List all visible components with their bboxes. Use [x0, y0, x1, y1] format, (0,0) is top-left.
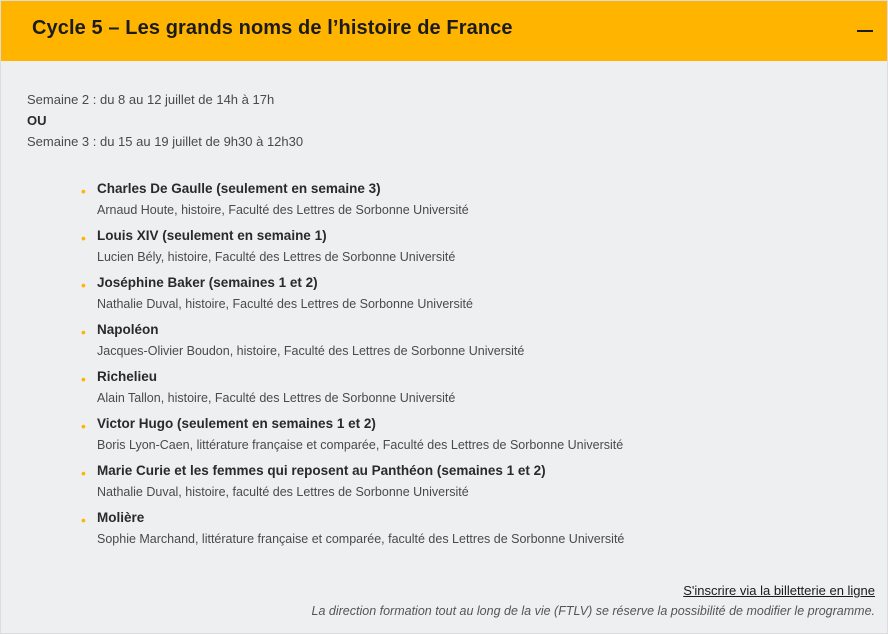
bullet-icon: • — [81, 277, 86, 293]
list-item: • Joséphine Baker (semaines 1 et 2) Nath… — [81, 275, 841, 322]
schedule-or: OU — [27, 113, 47, 128]
list-item: • Charles De Gaulle (seulement en semain… — [81, 181, 841, 228]
item-title: Victor Hugo (seulement en semaines 1 et … — [97, 416, 376, 431]
minus-icon[interactable] — [853, 19, 877, 43]
item-title: Napoléon — [97, 322, 159, 337]
item-title: Molière — [97, 510, 145, 525]
ticketing-link[interactable]: S'inscrire via la billetterie en ligne — [683, 583, 875, 598]
item-title: Marie Curie et les femmes qui reposent a… — [97, 463, 546, 478]
item-author: Alain Tallon, histoire, Faculté des Lett… — [97, 391, 456, 405]
bullet-icon: • — [81, 230, 86, 246]
item-author: Boris Lyon-Caen, littérature française e… — [97, 438, 624, 452]
item-author: Lucien Bély, histoire, Faculté des Lettr… — [97, 250, 456, 264]
disclaimer-text: La direction formation tout au long de l… — [311, 604, 875, 618]
bullet-icon: • — [81, 418, 86, 434]
bullet-icon: • — [81, 512, 86, 528]
list-item: • Marie Curie et les femmes qui reposent… — [81, 463, 841, 510]
bullet-icon: • — [81, 465, 86, 481]
list-item: • Victor Hugo (seulement en semaines 1 e… — [81, 416, 841, 463]
list-item: • Louis XIV (seulement en semaine 1) Luc… — [81, 228, 841, 275]
bullet-icon: • — [81, 324, 86, 340]
page-title: Cycle 5 – Les grands noms de l’histoire … — [32, 17, 513, 39]
accordion-panel: Cycle 5 – Les grands noms de l’histoire … — [0, 0, 888, 634]
item-title: Charles De Gaulle (seulement en semaine … — [97, 181, 381, 196]
bullet-icon: • — [81, 371, 86, 387]
list-item: • Richelieu Alain Tallon, histoire, Facu… — [81, 369, 841, 416]
item-author: Nathalie Duval, histoire, faculté des Le… — [97, 485, 469, 499]
accordion-header[interactable]: Cycle 5 – Les grands noms de l’histoire … — [1, 1, 887, 61]
schedule-week2: Semaine 2 : du 8 au 12 juillet de 14h à … — [27, 92, 275, 107]
schedule-week3: Semaine 3 : du 15 au 19 juillet de 9h30 … — [27, 134, 304, 149]
list-item: • Molière Sophie Marchand, littérature f… — [81, 510, 841, 557]
item-author: Arnaud Houte, histoire, Faculté des Lett… — [97, 203, 469, 217]
item-title: Richelieu — [97, 369, 158, 384]
figures-list: • Charles De Gaulle (seulement en semain… — [81, 181, 841, 557]
item-author: Jacques-Olivier Boudon, histoire, Facult… — [97, 344, 525, 358]
list-item: • Napoléon Jacques-Olivier Boudon, histo… — [81, 322, 841, 369]
schedule: Semaine 2 : du 8 au 12 juillet de 14h à … — [27, 89, 303, 152]
item-title: Louis XIV (seulement en semaine 1) — [97, 228, 327, 243]
bullet-icon: • — [81, 183, 86, 199]
item-author: Nathalie Duval, histoire, Faculté des Le… — [97, 297, 473, 311]
item-author: Sophie Marchand, littérature française e… — [97, 532, 625, 546]
item-title: Joséphine Baker (semaines 1 et 2) — [97, 275, 318, 290]
